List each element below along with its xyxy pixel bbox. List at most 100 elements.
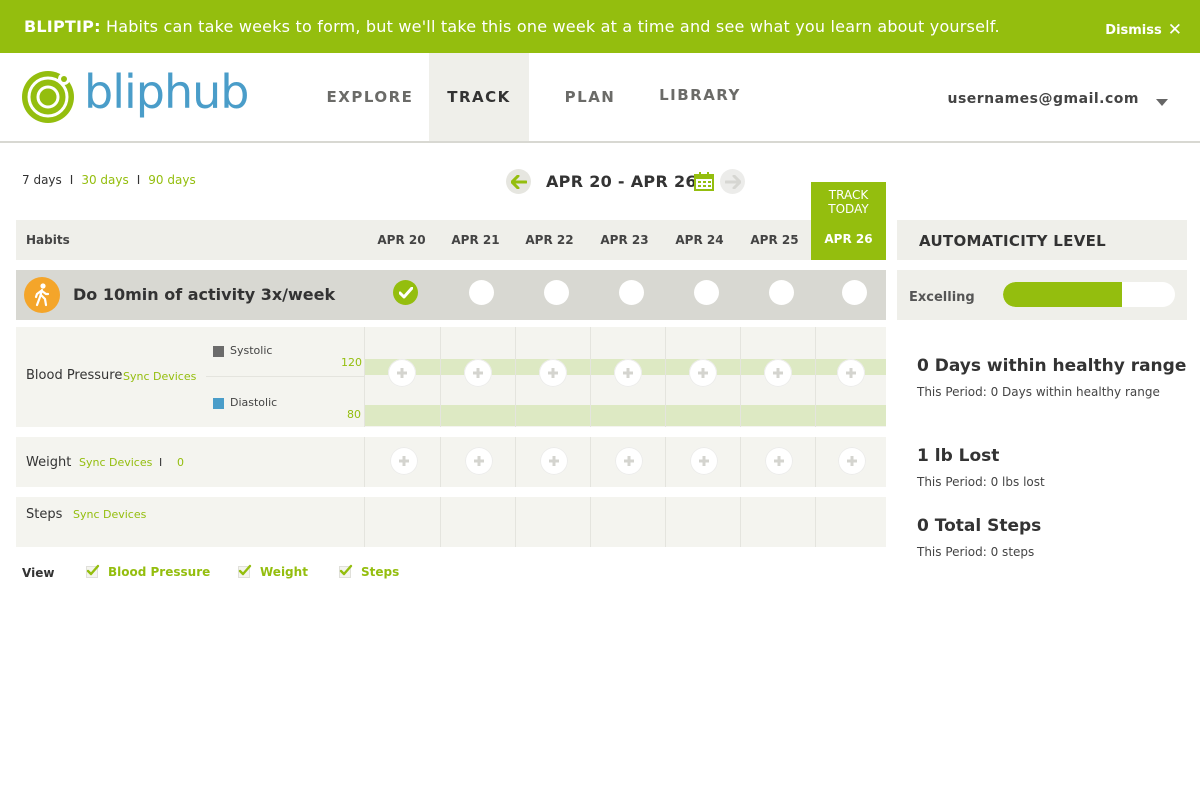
column-divider (815, 437, 816, 487)
close-icon: ✕ (1167, 20, 1182, 40)
plus-icon (846, 368, 856, 378)
checkbox-checked-icon (238, 564, 252, 578)
track-today-column[interactable]: TRACK TODAY APR 26 (811, 182, 886, 260)
plus-icon (774, 456, 784, 466)
stat-subtext: This Period: 0 lbs lost (917, 475, 1045, 489)
steps-row: Steps Sync Devices (16, 497, 886, 547)
automaticity-progress-bar (1003, 282, 1175, 307)
stat-subtext: This Period: 0 steps (917, 545, 1035, 559)
brand-name: bliphub (84, 65, 249, 119)
column-divider (740, 437, 741, 487)
tip-prefix: BLIPTIP: (24, 17, 101, 36)
view-steps-checkbox[interactable]: Steps (339, 564, 409, 580)
plus-icon (773, 368, 783, 378)
nav-library[interactable]: LIBRARY (650, 51, 750, 139)
column-divider (815, 327, 816, 427)
tip-text: BLIPTIP: Habits can take weeks to form, … (24, 17, 1000, 36)
stat-headline: 1 lb Lost (917, 446, 1000, 466)
range-30-days[interactable]: 30 days (81, 173, 128, 187)
range-separator: I (136, 173, 141, 187)
today-date: APR 26 (824, 232, 873, 246)
add-blood-pressure-button[interactable] (539, 359, 567, 387)
nav-explore[interactable]: EXPLORE (320, 53, 420, 141)
add-blood-pressure-button[interactable] (464, 359, 492, 387)
habit-check-done[interactable] (393, 280, 418, 305)
column-divider (515, 327, 516, 427)
range-90-days[interactable]: 90 days (148, 173, 195, 187)
checkmark-icon (398, 286, 413, 298)
column-divider (364, 327, 365, 427)
column-divider (740, 327, 741, 427)
next-week-button[interactable] (720, 169, 745, 194)
day-header: APR 23 (600, 233, 649, 247)
add-blood-pressure-button[interactable] (689, 359, 717, 387)
walking-icon (24, 277, 60, 313)
plus-icon (623, 368, 633, 378)
weight-row: Weight Sync Devices I 0 (16, 437, 886, 487)
logo-mark-icon (22, 71, 74, 123)
track-today-label: TRACK TODAY (811, 188, 886, 216)
weight-value: 0 (177, 456, 184, 469)
habit-check[interactable] (769, 280, 794, 305)
view-blood-pressure-checkbox[interactable]: Blood Pressure (86, 564, 216, 580)
add-weight-button[interactable] (390, 447, 418, 475)
add-weight-button[interactable] (690, 447, 718, 475)
view-steps-label: Steps (361, 565, 400, 579)
day-header: APR 21 (451, 233, 500, 247)
arrow-left-icon (510, 174, 527, 189)
systolic-label: Systolic (230, 344, 273, 357)
habit-name: Do 10min of activity 3x/week (73, 285, 336, 304)
plus-icon (548, 368, 558, 378)
track-today-line1: TRACK (828, 188, 869, 202)
weight-sync-link[interactable]: Sync Devices (79, 456, 152, 469)
steps-sync-link[interactable]: Sync Devices (73, 508, 146, 521)
view-weight-checkbox[interactable]: Weight (238, 564, 318, 580)
prev-week-button[interactable] (506, 169, 531, 194)
day-header: APR 25 (750, 233, 799, 247)
add-blood-pressure-button[interactable] (614, 359, 642, 387)
habit-check[interactable] (694, 280, 719, 305)
habit-check[interactable] (469, 280, 494, 305)
plus-icon (399, 456, 409, 466)
column-divider (590, 437, 591, 487)
nav-track[interactable]: TRACK (429, 53, 529, 141)
systolic-value: 120 (341, 356, 362, 369)
add-blood-pressure-button[interactable] (764, 359, 792, 387)
blood-pressure-sync-link[interactable]: Sync Devices (123, 370, 196, 383)
diastolic-range-band (364, 405, 886, 426)
column-divider (590, 327, 591, 427)
column-divider (665, 327, 666, 427)
habit-check[interactable] (544, 280, 569, 305)
automaticity-level: Excelling (897, 270, 1187, 320)
add-blood-pressure-button[interactable] (837, 359, 865, 387)
column-divider (590, 497, 591, 547)
add-weight-button[interactable] (540, 447, 568, 475)
column-divider (815, 497, 816, 547)
day-header: APR 20 (377, 233, 426, 247)
add-weight-button[interactable] (615, 447, 643, 475)
dismiss-button[interactable]: Dismiss ✕ (1105, 19, 1182, 40)
stat-headline: 0 Total Steps (917, 516, 1042, 536)
calendar-icon[interactable] (694, 172, 714, 195)
chevron-down-icon[interactable] (1156, 99, 1168, 106)
column-divider (440, 327, 441, 427)
plus-icon (474, 456, 484, 466)
range-7-days[interactable]: 7 days (22, 173, 62, 187)
checkbox-checked-icon (86, 564, 100, 578)
nav-plan[interactable]: PLAN (540, 53, 640, 141)
add-blood-pressure-button[interactable] (388, 359, 416, 387)
user-email[interactable]: usernames@gmail.com (947, 91, 1139, 107)
plus-icon (698, 368, 708, 378)
diastolic-label: Diastolic (230, 396, 278, 409)
add-weight-button[interactable] (765, 447, 793, 475)
add-weight-button[interactable] (465, 447, 493, 475)
tip-banner: BLIPTIP: Habits can take weeks to form, … (0, 0, 1200, 53)
add-weight-button[interactable] (838, 447, 866, 475)
tip-message: Habits can take weeks to form, but we'll… (105, 17, 1000, 36)
diastolic-swatch (213, 398, 224, 409)
habit-check[interactable] (842, 280, 867, 305)
stat-headline: 0 Days within healthy range (917, 356, 1187, 376)
range-selector: 7 days I 30 days I 90 days (22, 173, 196, 187)
habit-row: Do 10min of activity 3x/week (16, 270, 886, 320)
habit-check[interactable] (619, 280, 644, 305)
